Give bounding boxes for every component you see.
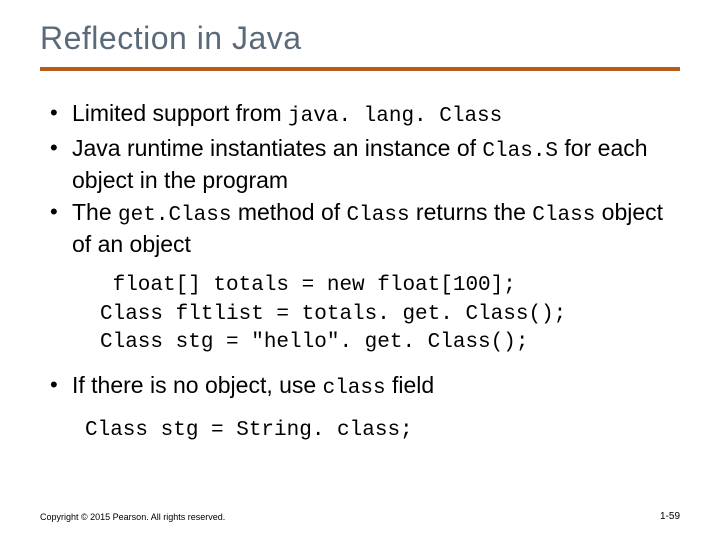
slide: Reflection in Java Limited support from …: [0, 0, 720, 540]
bullet-1-code: java. lang. Class: [288, 105, 502, 128]
bullet-4-text-a: If there is no object, use: [72, 372, 323, 398]
code-block-2: Class stg = String. class;: [85, 417, 680, 445]
bullet-3-code-a: get.Class: [118, 204, 231, 227]
copyright: Copyright © 2015 Pearson. All rights res…: [40, 512, 225, 522]
bullet-3-text-a: The: [72, 199, 118, 225]
bullet-4: If there is no object, use class field: [50, 371, 680, 402]
bullet-2: Java runtime instantiates an instance of…: [50, 134, 680, 194]
bullet-4-code: class: [323, 377, 386, 400]
bullet-1: Limited support from java. lang. Class: [50, 99, 680, 130]
bullet-2-text-a: Java runtime instantiates an instance of: [72, 135, 482, 161]
bullet-4-text-b: field: [386, 372, 435, 398]
bullet-3-text-c: returns the: [410, 199, 533, 225]
bullet-3-code-c: Class: [532, 204, 595, 227]
bullet-list: Limited support from java. lang. Class J…: [40, 99, 680, 258]
bullet-2-code: Clas.S: [482, 140, 558, 163]
page-number: 1-59: [660, 511, 680, 522]
title-rule: [40, 67, 680, 71]
bullet-1-text: Limited support from: [72, 100, 288, 126]
page-title: Reflection in Java: [40, 20, 680, 57]
bullet-list-2: If there is no object, use class field: [40, 371, 680, 402]
bullet-3-code-b: Class: [347, 204, 410, 227]
code-block-1: float[] totals = new float[100]; Class f…: [100, 272, 680, 357]
bullet-3: The get.Class method of Class returns th…: [50, 198, 680, 258]
bullet-3-text-b: method of: [231, 199, 346, 225]
